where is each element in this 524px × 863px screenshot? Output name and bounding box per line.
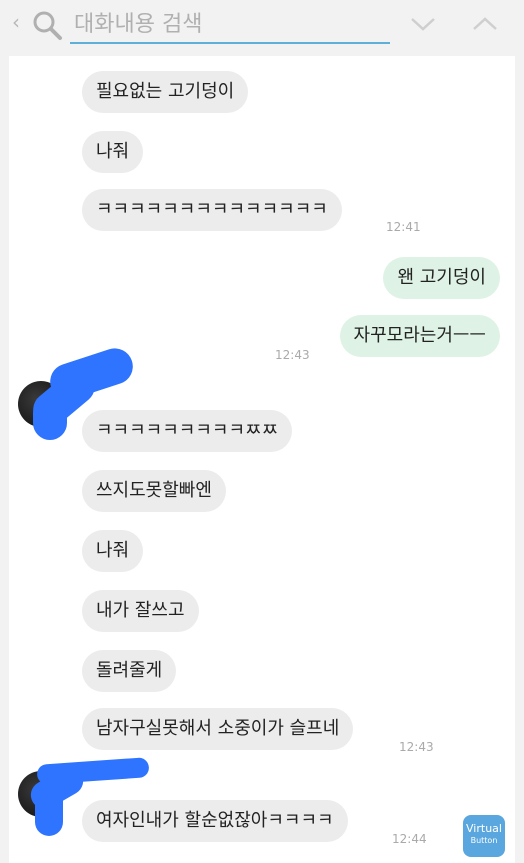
virtual-button-sublabel: Button [470, 836, 498, 845]
chevron-down-icon[interactable] [410, 14, 436, 34]
message-timestamp: 12:41 [386, 220, 421, 234]
message-timestamp: 12:43 [399, 740, 434, 754]
search-icon[interactable] [30, 8, 64, 42]
redaction-scribble [33, 396, 67, 440]
message-bubble-incoming[interactable]: ㅋㅋㅋㅋㅋㅋㅋㅋㅋㅉㅉ [82, 410, 293, 452]
message-timestamp: 12:43 [275, 348, 310, 362]
message-bubble-incoming[interactable]: 돌려줄게 [82, 650, 177, 692]
message-bubble-incoming[interactable]: 남자구실못해서 소중이가 슬프네 [82, 708, 354, 750]
message-bubble-incoming[interactable]: 여자인내가 할순없잖아ㅋㅋㅋㅋ [82, 800, 348, 842]
virtual-button-label: Virtual [466, 822, 502, 835]
message-bubble-incoming[interactable]: 쓰지도못할빠엔 [82, 470, 226, 512]
redaction-scribble [35, 784, 63, 836]
chevron-up-icon[interactable] [472, 14, 498, 34]
message-bubble-incoming[interactable]: 내가 잘쓰고 [82, 590, 199, 632]
back-chevron-icon[interactable]: ‹ [12, 10, 20, 34]
search-bar: ‹ [0, 0, 524, 56]
message-bubble-outgoing[interactable]: 왠 고기덩이 [383, 257, 500, 299]
message-timestamp: 12:44 [392, 832, 427, 846]
message-bubble-incoming[interactable]: 나줘 [82, 131, 144, 173]
message-bubble-incoming[interactable]: 나줘 [82, 530, 144, 572]
message-bubble-outgoing[interactable]: 자꾸모라는거ㅡㅡ [339, 315, 500, 357]
message-bubble-incoming[interactable]: 필요없는 고기덩이 [82, 71, 249, 113]
chat-area: 필요없는 고기덩이 나줘 ㅋㅋㅋㅋㅋㅋㅋㅋㅋㅋㅋㅋㅋㅋ 12:41 왠 고기덩이… [9, 56, 515, 863]
search-input[interactable] [70, 6, 390, 44]
message-bubble-incoming[interactable]: ㅋㅋㅋㅋㅋㅋㅋㅋㅋㅋㅋㅋㅋㅋ [82, 189, 342, 231]
virtual-button[interactable]: Virtual Button [463, 815, 505, 857]
